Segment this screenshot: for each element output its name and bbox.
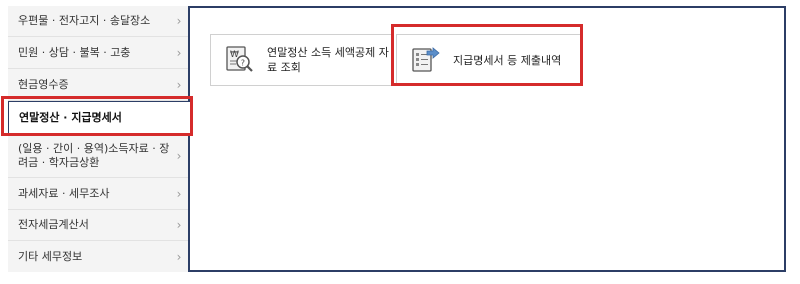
chevron-right-icon: › [176,218,182,232]
document-search-icon: ₩ ? [223,44,255,76]
sidebar-item-label: 연말정산 · 지급명세서 [19,110,122,124]
chevron-right-icon: › [176,186,182,201]
sidebar-item-label: 민원 · 상담 · 불복 · 고충 [18,45,131,59]
sidebar-item-label: 전자세금계산서 [18,218,89,231]
sidebar-item-other-tax-info[interactable]: 기타 세무정보 › [8,241,188,272]
chevron-right-icon: › [176,249,182,264]
sidebar-item-tax-audit[interactable]: 과세자료 · 세무조사 › [8,178,188,210]
svg-text:?: ? [241,59,245,68]
sidebar-item-e-tax-invoice[interactable]: 전자세금계산서 › [8,210,188,241]
chevron-right-icon: › [176,77,182,92]
year-end-deduction-lookup-card[interactable]: ₩ ? 연말정산 소득 세액공제 자료 조회 [210,34,394,86]
card-label: 지급명세서 등 제출내역 [453,53,562,67]
sidebar-item-mail-notice[interactable]: 우편물 · 전자고지 · 송달장소 › [8,6,188,37]
chevron-right-icon: › [176,148,182,163]
card-label: 연말정산 소득 세액공제 자료 조회 [267,46,389,74]
sidebar-menu: 우편물 · 전자고지 · 송달장소 › 민원 · 상담 · 불복 · 고충 › … [8,6,190,272]
sidebar-item-income-data[interactable]: (일용 · 간이 · 용역)소득자료 · 장려금 · 학자금상환 › [8,134,188,178]
sidebar-item-label: 현금영수증 [18,77,69,91]
sidebar-item-label: 과세자료 · 세무조사 [18,186,110,200]
sidebar-item-label: 우편물 · 전자고지 · 송달장소 [18,14,151,27]
chevron-right-icon: › [176,14,182,28]
content-panel: ₩ ? 연말정산 소득 세액공제 자료 조회 지급명세서 등 제출내역 [188,6,786,272]
document-submit-icon [409,44,441,76]
sidebar-item-year-end-settlement[interactable]: 연말정산 · 지급명세서 [8,101,190,134]
chevron-right-icon: › [176,45,182,60]
sidebar-item-civil-petition[interactable]: 민원 · 상담 · 불복 · 고충 › [8,37,188,69]
sidebar-item-label: (일용 · 간이 · 용역)소득자료 · 장려금 · 학자금상환 [18,141,170,169]
sidebar-item-cash-receipt[interactable]: 현금영수증 › [8,69,188,101]
sidebar-item-label: 기타 세무정보 [18,249,83,263]
payment-statement-submission-card[interactable]: 지급명세서 등 제출내역 [396,34,582,86]
